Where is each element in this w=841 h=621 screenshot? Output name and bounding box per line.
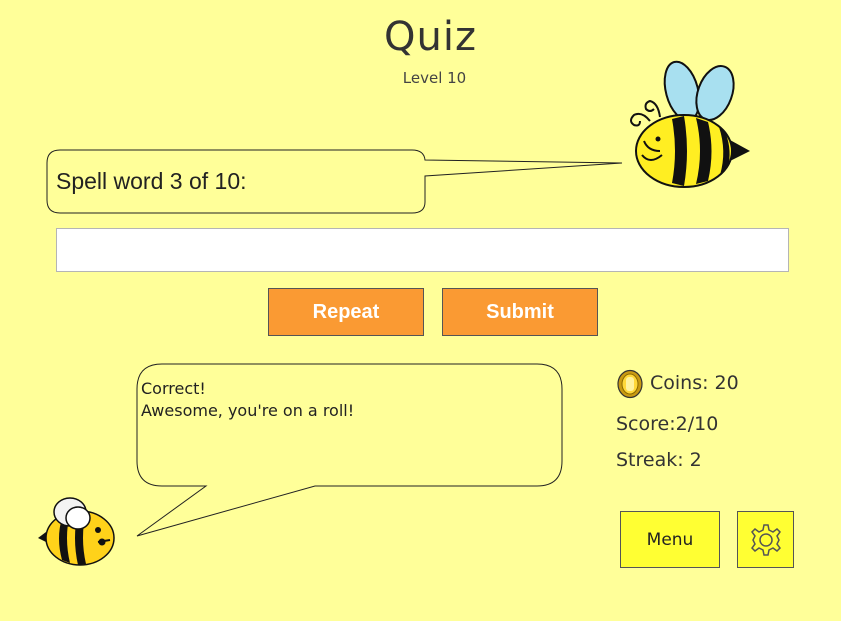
gear-icon (750, 523, 781, 556)
feedback-text: Correct! Awesome, you're on a roll! (141, 378, 354, 422)
bee-icon (38, 497, 115, 566)
settings-button[interactable] (737, 511, 794, 568)
feedback-result: Correct! (141, 379, 206, 398)
coins-count: Coins: 20 (650, 372, 739, 394)
score-value: Score:2/10 (616, 413, 719, 435)
coin-icon (617, 369, 643, 399)
repeat-button[interactable]: Repeat (268, 288, 424, 336)
feedback-message: Awesome, you're on a roll! (141, 401, 355, 420)
answer-input[interactable] (56, 228, 789, 272)
menu-button[interactable]: Menu (620, 511, 720, 568)
streak-value: Streak: 2 (616, 449, 702, 471)
submit-button[interactable]: Submit (442, 288, 598, 336)
bee-icon (630, 60, 750, 188)
prompt-text: Spell word 3 of 10: (56, 168, 247, 194)
